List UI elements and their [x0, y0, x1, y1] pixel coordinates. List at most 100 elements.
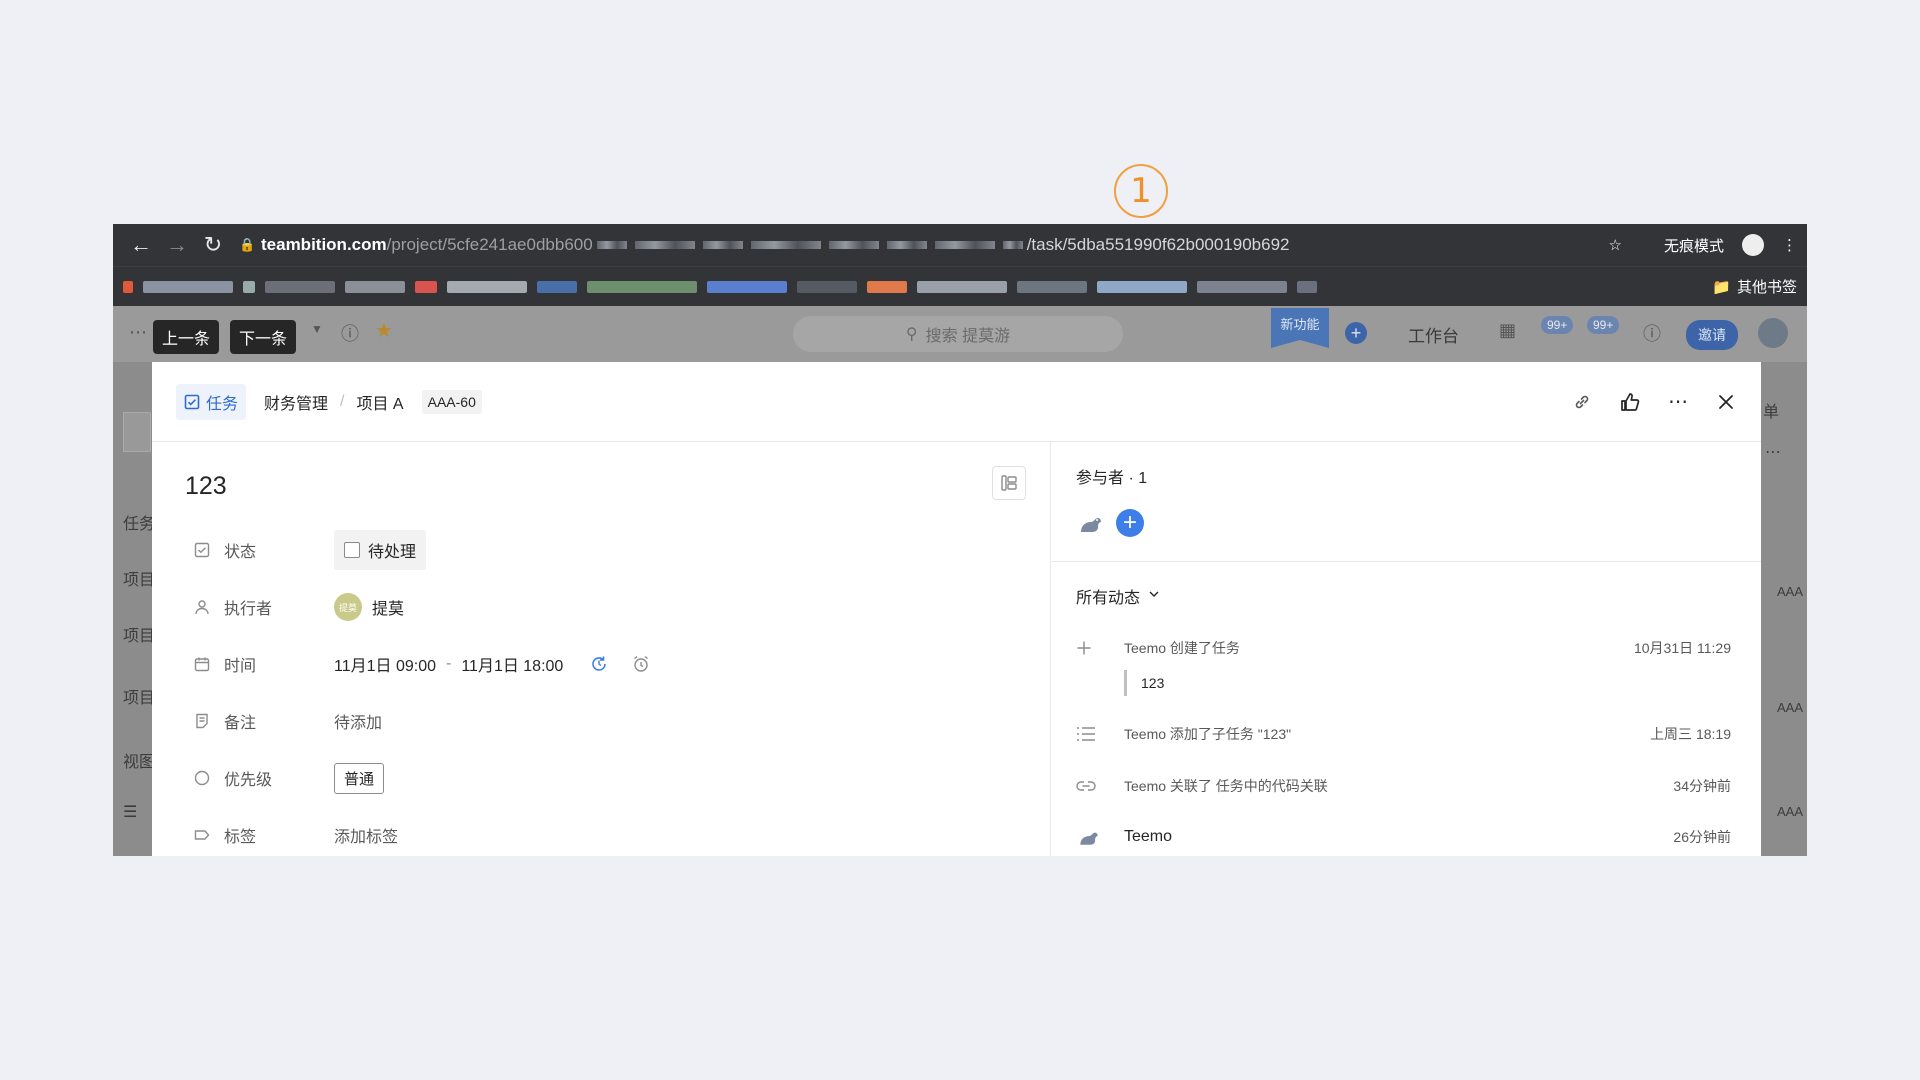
add-circle-icon[interactable]: +: [1345, 322, 1367, 344]
bookmark-item[interactable]: [1197, 280, 1287, 293]
star-filled-icon[interactable]: ★: [375, 318, 393, 343]
bookmark-item[interactable]: [447, 280, 527, 293]
alarm-icon[interactable]: [631, 654, 651, 674]
more-icon[interactable]: ⋯: [1667, 391, 1689, 413]
bookmark-item[interactable]: [1297, 280, 1317, 293]
back-icon[interactable]: ←: [123, 227, 159, 263]
bookmark-item[interactable]: [707, 280, 787, 293]
add-tag-link[interactable]: 添加标签: [334, 823, 398, 847]
browser-toolbar: ← → ↻ 🔒 teambition.com /project/5cfe241a…: [113, 224, 1807, 266]
address-bar[interactable]: 🔒 teambition.com /project/5cfe241ae0dbb6…: [239, 228, 1609, 262]
behind-right-id: AAA: [1777, 700, 1804, 715]
bookmark-favicon[interactable]: [123, 280, 133, 293]
close-icon[interactable]: [1715, 391, 1737, 413]
assignee-value[interactable]: 提莫: [372, 595, 404, 619]
message-badge[interactable]: 99+: [1587, 316, 1620, 334]
bookmark-item[interactable]: [867, 280, 907, 293]
global-search[interactable]: ⚲ 搜索 提莫游: [793, 316, 1123, 352]
star-icon[interactable]: ☆: [1609, 236, 1622, 254]
bookmarks-bar: 📁 其他书签: [113, 266, 1807, 306]
next-item-button[interactable]: 下一条: [230, 320, 297, 354]
activity-item: Teemo 添加了子任务 "123" 上周三 18:19: [1076, 724, 1731, 744]
apps-grid-icon[interactable]: ⋯: [129, 322, 147, 343]
note-value[interactable]: 待添加: [334, 709, 382, 733]
redacted-text: [934, 241, 995, 249]
task-title[interactable]: 123: [185, 472, 227, 501]
list-icon: ☰: [123, 804, 138, 821]
like-icon[interactable]: [1619, 391, 1641, 413]
help-icon[interactable]: ⓘ: [1643, 320, 1661, 346]
behind-right-id: AAA: [1777, 804, 1804, 819]
incognito-label: 无痕模式: [1663, 237, 1724, 255]
activity-filter[interactable]: 所有动态: [1076, 584, 1160, 608]
bookmark-item[interactable]: [1097, 280, 1187, 293]
breadcrumb-project[interactable]: 财务管理: [264, 390, 328, 414]
redacted-text: [750, 241, 821, 249]
redacted-text: [886, 241, 927, 249]
bookmark-item[interactable]: [345, 280, 405, 293]
participants-title: 参与者 · 1: [1076, 470, 1148, 487]
add-participant-button[interactable]: +: [1116, 509, 1144, 537]
menu-icon[interactable]: ⋮: [1782, 236, 1797, 254]
bookmark-item[interactable]: [415, 280, 437, 293]
task-fields-pane: 123 状态 待处理 执行者 提莫 提莫 时间 11月1日 09:00 - 11…: [152, 442, 1051, 856]
activity-item: Teemo 创建了任务 10月31日 11:29: [1076, 638, 1731, 658]
lock-icon: 🔒: [239, 237, 256, 252]
status-label: 状态: [224, 544, 257, 561]
priority-selector[interactable]: 普通: [334, 762, 385, 794]
prev-item-button[interactable]: 上一条: [153, 320, 220, 354]
activity-time: 上周三 18:19: [1650, 726, 1731, 742]
task-checkbox-icon: [184, 394, 200, 409]
assignee-avatar[interactable]: 提莫: [334, 593, 362, 621]
reload-icon[interactable]: ↻: [195, 227, 231, 263]
search-placeholder: 搜索 提莫游: [925, 328, 1011, 345]
field-priority: 优先级 普通: [192, 758, 385, 798]
task-type-label: 任务: [206, 395, 239, 413]
other-bookmarks[interactable]: 📁 其他书签: [1712, 276, 1797, 297]
bookmark-item[interactable]: [143, 280, 233, 293]
time-end[interactable]: 11月1日 18:00: [461, 652, 563, 676]
behind-left-item: 视图: [123, 754, 156, 771]
status-selector[interactable]: 待处理: [334, 530, 427, 570]
activity-pane: 参与者 · 1 + 所有动态 Teemo 创建了任务 10月31日 11:29 …: [1052, 442, 1761, 856]
forward-icon[interactable]: →: [159, 227, 195, 263]
notification-badge[interactable]: 99+: [1541, 316, 1574, 334]
chevron-down-icon: [1148, 587, 1160, 605]
calendar-icon[interactable]: ▦: [1499, 320, 1516, 341]
bookmark-item[interactable]: [797, 280, 857, 293]
bookmark-item[interactable]: [265, 280, 335, 293]
bookmark-item[interactable]: [587, 280, 697, 293]
breadcrumb-list[interactable]: 项目 A: [356, 390, 403, 414]
dropdown-icon[interactable]: ▼: [311, 322, 323, 336]
activity-filter-label: 所有动态: [1076, 590, 1141, 607]
task-type-chip[interactable]: 任务: [176, 383, 247, 420]
calendar-icon: [192, 654, 212, 674]
user-avatar[interactable]: [1758, 318, 1788, 348]
repeat-icon[interactable]: [589, 654, 609, 674]
user-icon: [192, 597, 212, 617]
invite-button[interactable]: 邀请: [1686, 320, 1738, 350]
behind-left-item: 项目: [123, 628, 156, 645]
behind-left-item: 项目: [123, 690, 156, 707]
priority-icon: [192, 768, 212, 788]
layout-toggle-button[interactable]: [992, 466, 1026, 500]
behind-left-item: 任务: [123, 516, 156, 533]
redacted-text: [1002, 241, 1023, 249]
activity-time: 34分钟前: [1673, 778, 1731, 794]
divider: [1052, 561, 1761, 562]
participant-avatar[interactable]: [1076, 508, 1106, 538]
redacted-text: [596, 241, 627, 249]
bookmark-item[interactable]: [243, 280, 255, 293]
url-task-segment: /task/5dba551990f62b000190b692: [1026, 235, 1290, 254]
bookmark-item[interactable]: [917, 280, 1007, 293]
incognito-icon[interactable]: [1742, 234, 1764, 256]
bookmark-item[interactable]: [537, 280, 577, 293]
search-icon: ⚲: [905, 326, 918, 343]
copy-link-icon[interactable]: [1571, 391, 1593, 413]
info-icon[interactable]: ⓘ: [341, 320, 359, 346]
workbench-link[interactable]: 工作台: [1408, 322, 1459, 347]
bookmark-item[interactable]: [1017, 280, 1087, 293]
activity-item: Teemo 26分钟前: [1076, 824, 1731, 850]
status-checkbox[interactable]: [344, 542, 360, 558]
time-start[interactable]: 11月1日 09:00: [334, 652, 436, 676]
